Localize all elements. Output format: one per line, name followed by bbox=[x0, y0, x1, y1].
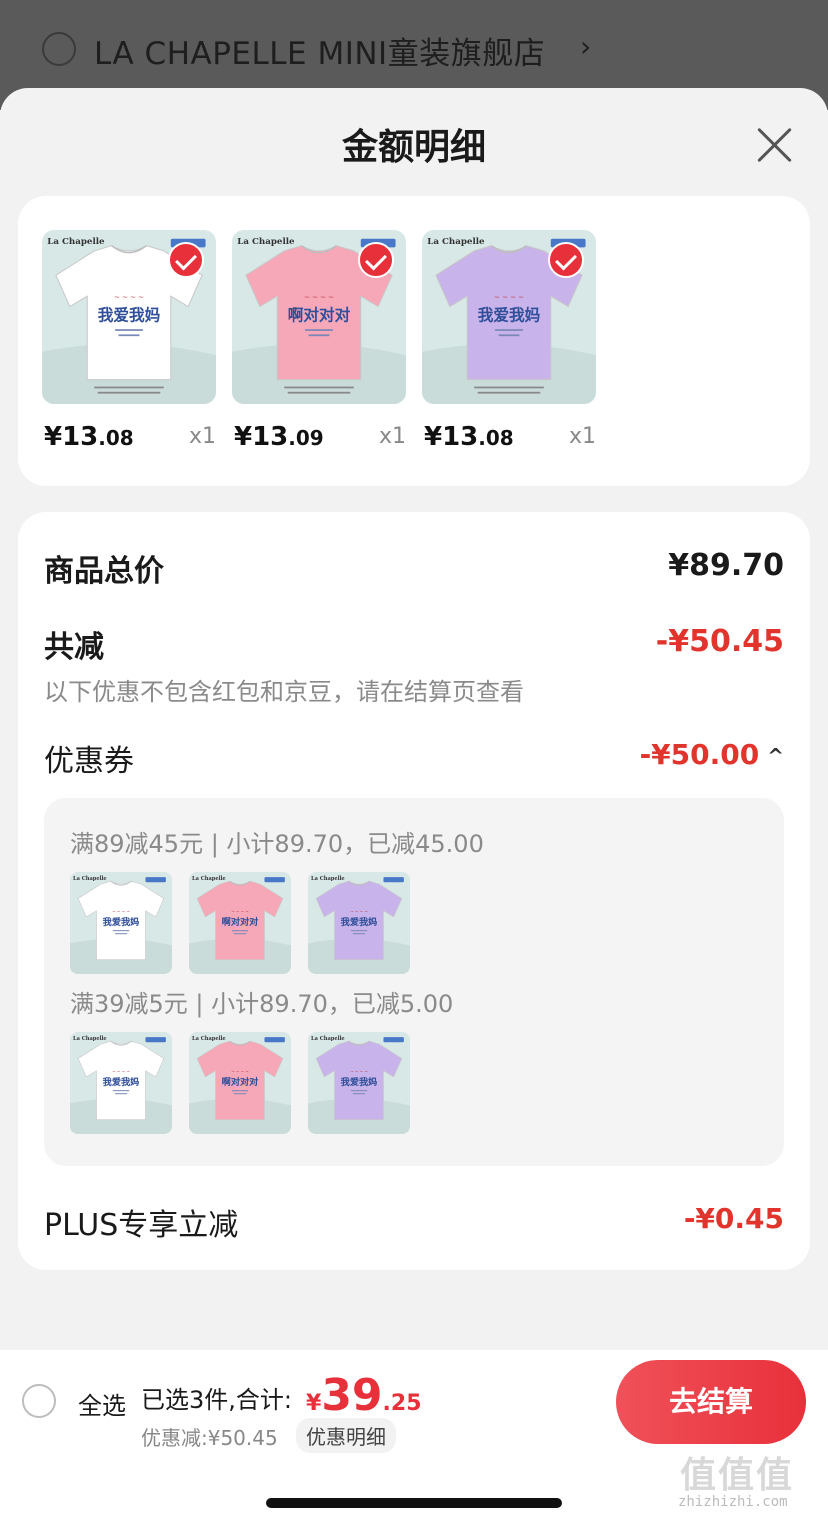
svg-text:La Chapelle: La Chapelle bbox=[237, 237, 295, 247]
product-thumbnail: 我爱我妈 ~ ~ ~ ~ La Chapelle bbox=[70, 872, 172, 974]
product-quantity: x1 bbox=[378, 424, 406, 449]
product-price: ¥13.08 bbox=[424, 422, 514, 452]
product-thumbnail: 我爱我妈 ~ ~ ~ ~ La Chapelle bbox=[70, 1032, 172, 1134]
svg-text:La Chapelle: La Chapelle bbox=[47, 237, 105, 247]
svg-text:La Chapelle: La Chapelle bbox=[192, 876, 226, 882]
discount-detail-link[interactable]: 优惠明细 bbox=[296, 1418, 396, 1453]
coupon-tier-label: 满39减5元 | 小计89.70，已减5.00 bbox=[70, 990, 454, 1018]
select-all-radio[interactable] bbox=[22, 1384, 56, 1418]
store-name[interactable]: LA CHAPELLE MINI童装旗舰店 bbox=[94, 28, 545, 73]
product-price: ¥13.08 bbox=[44, 422, 134, 452]
product-quantity: x1 bbox=[568, 424, 596, 449]
checked-icon[interactable] bbox=[548, 242, 584, 278]
svg-text:啊对对对: 啊对对对 bbox=[222, 1076, 259, 1088]
selected-count-text: 已选3件,合计: bbox=[141, 1386, 292, 1414]
svg-text:~ ~ ~ ~: ~ ~ ~ ~ bbox=[112, 909, 130, 914]
total-amount: ¥39.25 bbox=[306, 1370, 422, 1421]
chevron-up-icon: ^ bbox=[767, 744, 784, 768]
product-item[interactable]: 啊对对对 ~ ~ ~ ~ La Chapelle ¥13.09 x1 bbox=[232, 230, 406, 452]
checkout-button[interactable]: 去结算 bbox=[616, 1360, 806, 1444]
amount-detail-sheet: 金额明细 我爱我妈 ~ ~ ~ ~ La Chapelle ¥13.08 x1 啊对… bbox=[0, 88, 828, 1524]
plus-discount-label: PLUS专享立减 bbox=[44, 1208, 239, 1243]
svg-text:啊对对对: 啊对对对 bbox=[222, 916, 259, 928]
select-all-label[interactable]: 全选 bbox=[78, 1386, 126, 1421]
total-reduce-label: 共减 bbox=[44, 630, 104, 665]
coupon-toggle[interactable]: -¥50.00 ^ bbox=[640, 738, 784, 771]
product-item[interactable]: 我爱我妈 ~ ~ ~ ~ La Chapelle ¥13.08 x1 bbox=[422, 230, 596, 452]
plus-discount-value: -¥0.45 bbox=[683, 1202, 784, 1235]
product-list-card: 我爱我妈 ~ ~ ~ ~ La Chapelle ¥13.08 x1 啊对对对 ~ ~… bbox=[18, 196, 810, 486]
product-item[interactable]: 我爱我妈 ~ ~ ~ ~ La Chapelle ¥13.08 x1 bbox=[42, 230, 216, 452]
tshirt-image: 我爱我妈 ~ ~ ~ ~ La Chapelle bbox=[308, 872, 410, 974]
svg-text:La Chapelle: La Chapelle bbox=[73, 1036, 107, 1042]
watermark-text: zhizhizhi.com bbox=[678, 1494, 788, 1510]
coupon-breakdown: 满89减45元 | 小计89.70，已减45.00 我爱我妈 ~ ~ ~ ~ La … bbox=[44, 798, 784, 1166]
svg-text:我爱我妈: 我爱我妈 bbox=[103, 916, 140, 928]
total-price-value: ¥89.70 bbox=[668, 548, 784, 583]
svg-text:La Chapelle: La Chapelle bbox=[311, 876, 345, 882]
total-reduce-value: -¥50.45 bbox=[655, 624, 784, 659]
total-price-label: 商品总价 bbox=[44, 554, 164, 589]
tshirt-image: 我爱我妈 ~ ~ ~ ~ La Chapelle bbox=[70, 872, 172, 974]
svg-text:~ ~ ~ ~: ~ ~ ~ ~ bbox=[304, 294, 334, 302]
svg-text:La Chapelle: La Chapelle bbox=[73, 876, 107, 882]
svg-text:我爱我妈: 我爱我妈 bbox=[341, 1076, 378, 1088]
tshirt-image: 我爱我妈 ~ ~ ~ ~ La Chapelle bbox=[70, 1032, 172, 1134]
svg-text:我爱我妈: 我爱我妈 bbox=[341, 916, 378, 928]
svg-text:我爱我妈: 我爱我妈 bbox=[478, 305, 541, 324]
svg-text:~ ~ ~ ~: ~ ~ ~ ~ bbox=[350, 909, 368, 914]
svg-text:~ ~ ~ ~: ~ ~ ~ ~ bbox=[112, 1069, 130, 1074]
store-select-radio[interactable] bbox=[42, 32, 76, 66]
product-thumbnail: 我爱我妈 ~ ~ ~ ~ La Chapelle bbox=[308, 872, 410, 974]
home-indicator bbox=[266, 1498, 562, 1508]
coupon-label: 优惠券 bbox=[44, 744, 134, 779]
product-thumbnail: 我爱我妈 ~ ~ ~ ~ La Chapelle bbox=[308, 1032, 410, 1134]
coupon-value: -¥50.00 bbox=[639, 738, 760, 771]
tshirt-image: 我爱我妈 ~ ~ ~ ~ La Chapelle bbox=[308, 1032, 410, 1134]
checked-icon[interactable] bbox=[358, 242, 394, 278]
svg-text:La Chapelle: La Chapelle bbox=[311, 1036, 345, 1042]
product-thumbnail: 啊对对对 ~ ~ ~ ~ La Chapelle bbox=[189, 872, 291, 974]
svg-text:~ ~ ~ ~: ~ ~ ~ ~ bbox=[231, 909, 249, 914]
product-thumbnail: 啊对对对 ~ ~ ~ ~ La Chapelle bbox=[189, 1032, 291, 1134]
checked-icon[interactable] bbox=[168, 242, 204, 278]
price-detail-card: 商品总价 ¥89.70 共减 -¥50.45 以下优惠不包含红包和京豆，请在结算… bbox=[18, 512, 810, 1270]
watermark-logo: 值值值 bbox=[680, 1455, 795, 1496]
svg-text:~ ~ ~ ~: ~ ~ ~ ~ bbox=[114, 294, 144, 302]
tshirt-image: 啊对对对 ~ ~ ~ ~ La Chapelle bbox=[189, 1032, 291, 1134]
product-price: ¥13.09 bbox=[234, 422, 324, 452]
svg-text:~ ~ ~ ~: ~ ~ ~ ~ bbox=[494, 294, 524, 302]
sheet-title: 金额明细 bbox=[341, 127, 486, 168]
svg-text:我爱我妈: 我爱我妈 bbox=[98, 305, 161, 324]
svg-text:~ ~ ~ ~: ~ ~ ~ ~ bbox=[350, 1069, 368, 1074]
svg-text:我爱我妈: 我爱我妈 bbox=[103, 1076, 140, 1088]
svg-text:啊对对对: 啊对对对 bbox=[288, 305, 351, 324]
discount-amount: 优惠减:¥50.45 bbox=[141, 1426, 278, 1450]
tshirt-image: 啊对对对 ~ ~ ~ ~ La Chapelle bbox=[189, 872, 291, 974]
coupon-tier-label: 满89减45元 | 小计89.70，已减45.00 bbox=[70, 830, 484, 858]
product-quantity: x1 bbox=[188, 424, 216, 449]
svg-text:La Chapelle: La Chapelle bbox=[192, 1036, 226, 1042]
discount-note: 以下优惠不包含红包和京豆，请在结算页查看 bbox=[44, 678, 524, 706]
chevron-right-icon: › bbox=[580, 30, 592, 63]
close-icon[interactable] bbox=[752, 122, 798, 168]
checkout-bar: 全选 已选3件,合计: ¥39.25 优惠减:¥50.45 优惠明细 去结算 值… bbox=[0, 1350, 828, 1524]
svg-text:~ ~ ~ ~: ~ ~ ~ ~ bbox=[231, 1069, 249, 1074]
svg-text:La Chapelle: La Chapelle bbox=[427, 237, 485, 247]
